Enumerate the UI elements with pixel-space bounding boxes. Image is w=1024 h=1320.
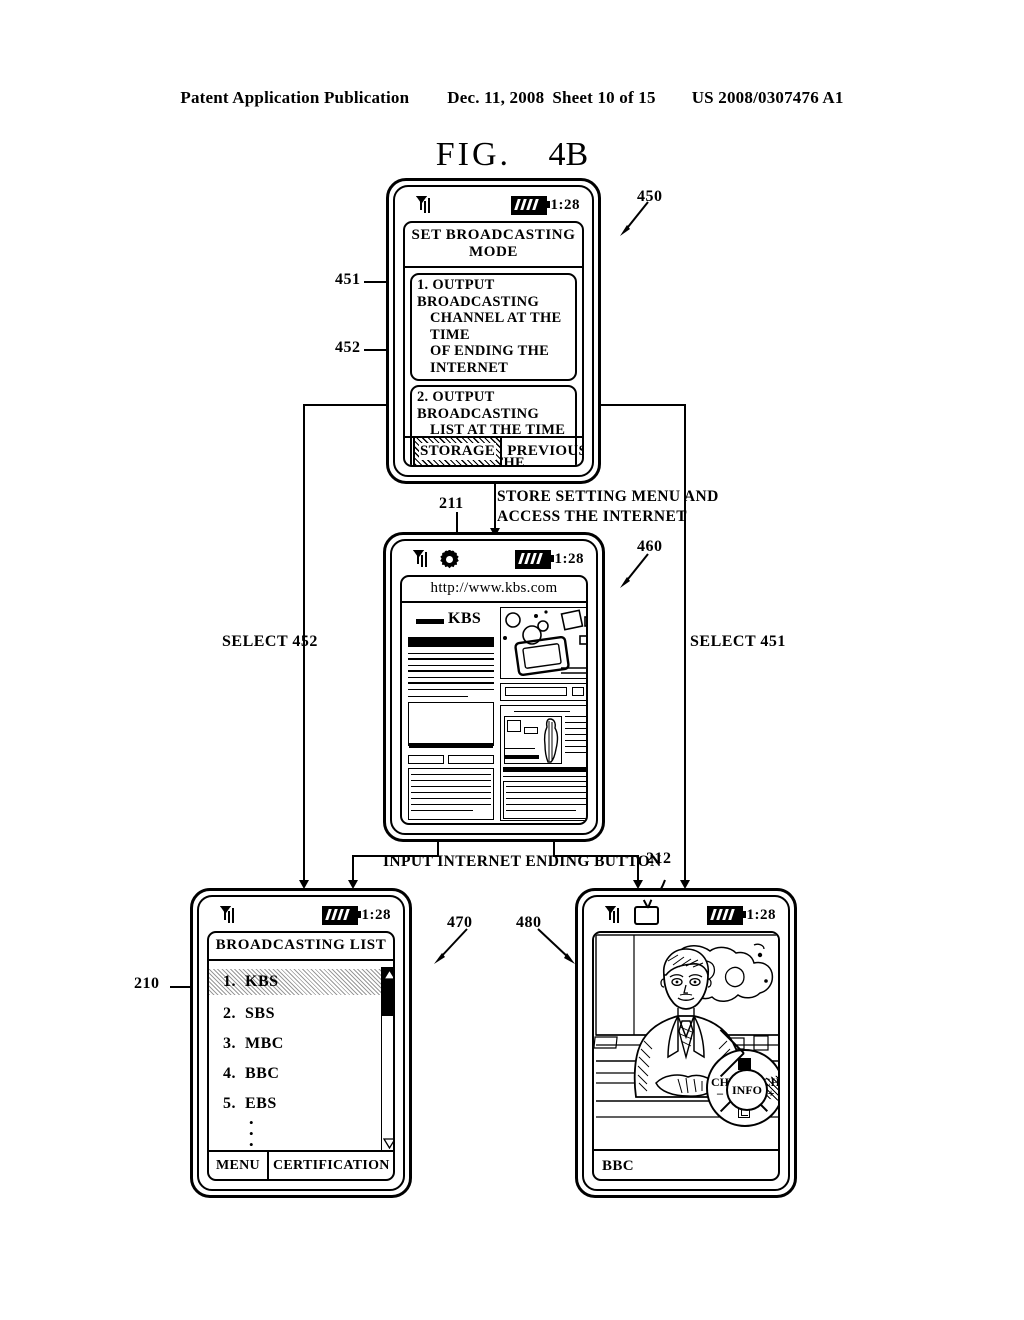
list-item[interactable]: 1. KBS (209, 969, 383, 995)
flow-line (303, 404, 395, 406)
flow-line (352, 855, 354, 883)
option-number: 1. (417, 277, 429, 293)
browser-screen: http://www.kbs.com KBS (400, 575, 588, 825)
status-bar: 1:28 (404, 548, 584, 570)
signal-icon (407, 196, 433, 214)
ref-211: 211 (439, 495, 464, 512)
softkey-previous[interactable]: PREVIOUS (394, 1152, 395, 1179)
ref-451: 451 (335, 271, 361, 288)
ref-450: 450 (637, 188, 663, 205)
url-text: http://www.kbs.com (430, 580, 558, 596)
scrollbar[interactable] (381, 967, 393, 1151)
ref-452: 452 (335, 339, 361, 356)
nav-wheel[interactable]: CH – CH + INFO (706, 1029, 778, 1127)
figure-label: FIG. (435, 136, 512, 173)
battery-icon (706, 905, 746, 925)
scroll-up-icon[interactable] (383, 969, 395, 980)
signal-icon (211, 906, 237, 924)
ref-480: 480 (516, 914, 542, 931)
option-line2: CHANNEL AT THE TIME (430, 310, 562, 343)
phone-bezel: 1:28 SET BROADCASTING MODE 1. OUTPUT BRO… (393, 185, 594, 477)
ref-460: 460 (637, 538, 663, 555)
gear-icon (440, 549, 459, 569)
status-bar: 1:28 (407, 194, 580, 216)
publication-date: Dec. 11, 2008 (447, 88, 545, 107)
softkey-certification[interactable]: CERTIFICATION (267, 1152, 393, 1179)
softkey-row: STORAGE PREVIOUS (405, 436, 582, 465)
publication-title: Patent Application Publication (180, 88, 410, 107)
figure-title: FIG. 4B (0, 136, 1024, 174)
clock-label: 1:28 (554, 550, 584, 567)
phone-broadcasting-list: 1:28 BROADCASTING LIST 1. KBS 2. SBS 3. … (190, 888, 412, 1198)
select-451-label: SELECT 451 (690, 633, 786, 650)
ref-470: 470 (447, 914, 473, 931)
store-access-text: STORE SETTING MENU AND ACCESS THE INTERN… (497, 488, 719, 525)
channel-list: 1. KBS 2. SBS 3. MBC 4. BBC 5. EBS • • • (209, 961, 393, 1157)
softkey-empty (405, 438, 413, 465)
list-item[interactable]: 5. EBS (209, 1093, 277, 1115)
option-line1: OUTPUT BROADCASTING (417, 389, 540, 422)
signal-icon (596, 906, 622, 924)
softkey-row: MENU CERTIFICATION PREVIOUS (209, 1150, 393, 1179)
setting-menu-screen: SET BROADCASTING MODE 1. OUTPUT BROADCAS… (403, 221, 584, 467)
menu-title: SET BROADCASTING MODE (405, 223, 582, 268)
option-line1: OUTPUT BROADCASTING (417, 277, 540, 310)
flow-line (684, 404, 686, 884)
softkey-menu[interactable]: MENU (209, 1152, 267, 1179)
scroll-down-icon[interactable] (383, 1138, 395, 1149)
phone-setting-menu: 1:28 SET BROADCASTING MODE 1. OUTPUT BRO… (386, 178, 601, 484)
tv-screen: CH – CH + INFO BBC (592, 931, 780, 1181)
wheel-info-button[interactable]: INFO (726, 1069, 768, 1111)
option-number: 2. (417, 389, 429, 405)
list-item[interactable]: 2. SBS (209, 1003, 275, 1025)
channel-name: BBC (602, 1158, 635, 1174)
softkey-previous[interactable]: PREVIOUS (500, 438, 582, 465)
ref-210: 210 (134, 975, 160, 992)
person-graphic (543, 718, 559, 763)
phone-browser: 1:28 http://www.kbs.com KBS (383, 532, 605, 842)
logo-bar (416, 619, 444, 624)
list-ellipsis: • • • (249, 1115, 254, 1152)
site-logo: KBS (448, 610, 482, 627)
list-title: BROADCASTING LIST (209, 933, 393, 961)
sheet-number: Sheet 10 of 15 (552, 88, 656, 107)
signal-icon (404, 550, 430, 568)
select-452-label: SELECT 452 (222, 633, 318, 650)
ref-212: 212 (646, 850, 672, 867)
clock-label: 1:28 (550, 196, 580, 213)
battery-icon (321, 905, 361, 925)
phone-tv-broadcast: 1:28 CH – CH + INFO BBC (575, 888, 797, 1198)
option-line3: OF ENDING THE INTERNET (430, 343, 550, 376)
figure-number: 4B (548, 136, 589, 173)
status-bar: 1:28 (596, 898, 776, 926)
channel-name-bar: BBC (594, 1149, 778, 1179)
input-ending-text: INPUT INTERNET ENDING BUTTON (383, 853, 662, 870)
clock-label: 1:28 (361, 906, 391, 923)
tv-icon (634, 898, 659, 925)
battery-icon (510, 195, 550, 215)
list-item[interactable]: 3. MBC (209, 1033, 284, 1055)
list-item[interactable]: 4. BBC (209, 1063, 279, 1085)
clock-label: 1:28 (746, 906, 776, 923)
phone-bezel: 1:28 CH – CH + INFO BBC (582, 895, 790, 1191)
broadcasting-list-screen: BROADCASTING LIST 1. KBS 2. SBS 3. MBC 4… (207, 931, 395, 1181)
flow-line (593, 404, 686, 406)
flow-line (494, 484, 496, 532)
tv-video-area: CH – CH + INFO (594, 933, 778, 1151)
phone-bezel: 1:28 BROADCASTING LIST 1. KBS 2. SBS 3. … (197, 895, 405, 1191)
url-bar[interactable]: http://www.kbs.com (402, 577, 586, 603)
battery-icon (514, 549, 554, 569)
softkey-storage[interactable]: STORAGE (413, 438, 501, 465)
page-graphic (503, 609, 586, 677)
menu-option-451[interactable]: 1. OUTPUT BROADCASTING CHANNEL AT THE TI… (410, 273, 577, 381)
publication-header: Patent Application Publication Dec. 11, … (0, 88, 1024, 108)
status-bar: 1:28 (211, 904, 391, 926)
patent-number: US 2008/0307476 A1 (691, 88, 844, 107)
phone-bezel: 1:28 http://www.kbs.com KBS (390, 539, 598, 835)
web-content: KBS (402, 603, 586, 823)
